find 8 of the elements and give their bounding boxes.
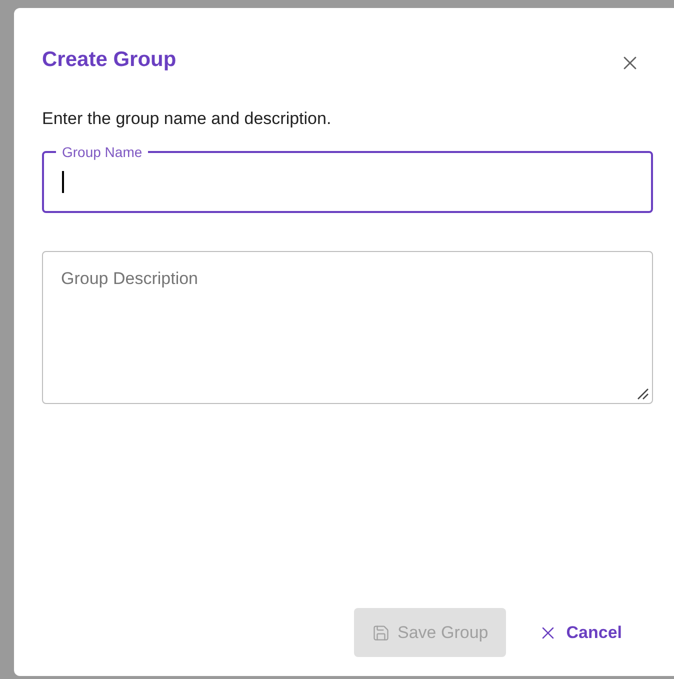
resize-handle-icon: [637, 388, 649, 400]
placeholder-text: Group Description: [61, 269, 198, 288]
cancel-button[interactable]: Cancel: [520, 608, 640, 657]
dialog-title: Create Group: [42, 47, 176, 73]
dialog-description: Enter the group name and description.: [42, 108, 332, 130]
save-icon: [372, 624, 390, 642]
text-cursor: [62, 171, 64, 193]
description-field[interactable]: Group Description: [42, 251, 653, 404]
